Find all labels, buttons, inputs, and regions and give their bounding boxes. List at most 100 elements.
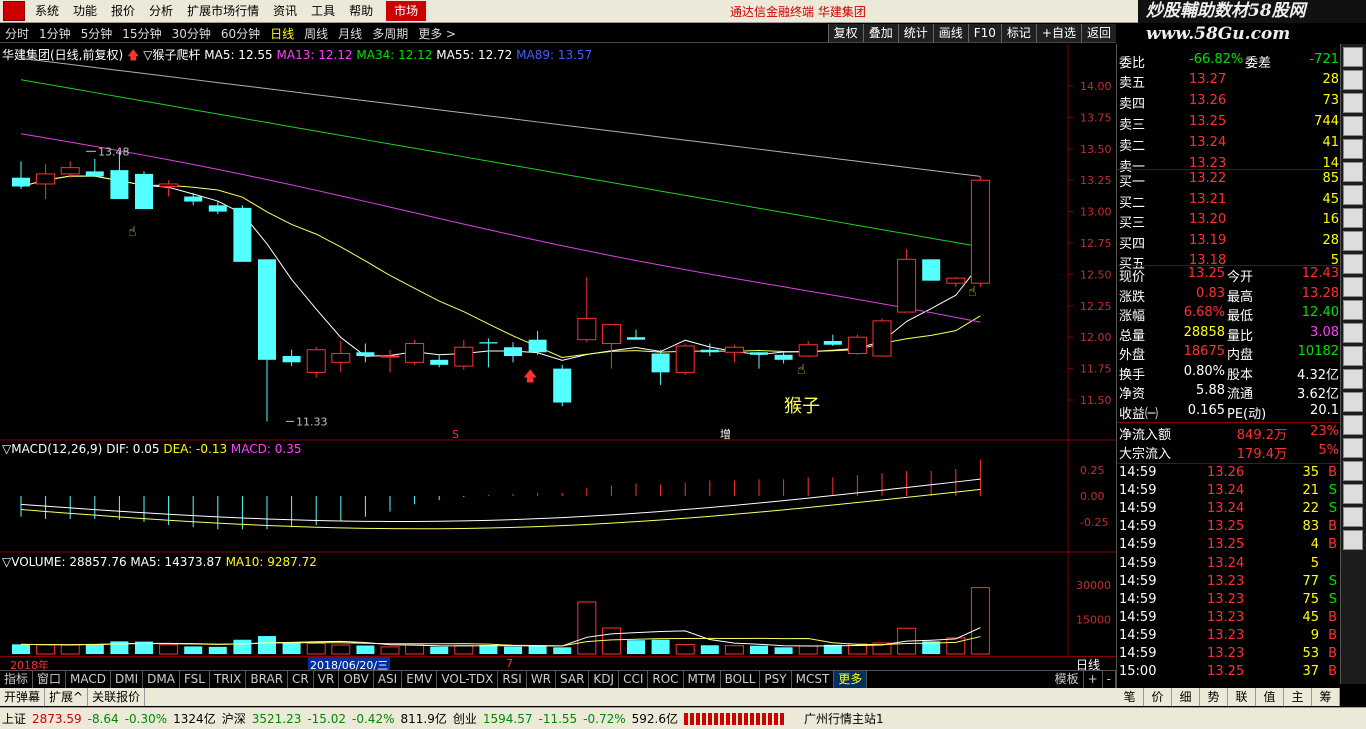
tool-icon-21[interactable] (1343, 530, 1363, 550)
tool-icon-5[interactable] (1343, 162, 1363, 182)
right-tab-4[interactable]: 联 (1228, 688, 1256, 706)
subbar-button-2[interactable]: 关联报价 (88, 688, 146, 706)
tool-icon-19[interactable] (1343, 484, 1363, 504)
candle[interactable] (306, 347, 326, 378)
tool-icon-6[interactable] (1343, 185, 1363, 205)
candle[interactable] (85, 158, 104, 177)
server-name[interactable]: 广州行情主站1 (804, 710, 884, 727)
indicator-tab-5[interactable]: FSL (180, 671, 210, 688)
right-tab-7[interactable]: 筹 (1312, 688, 1340, 706)
right-tab-2[interactable]: 细 (1172, 688, 1200, 706)
candle[interactable] (479, 338, 498, 368)
candle[interactable] (627, 329, 645, 340)
indicator-tab-10[interactable]: OBV (339, 671, 374, 688)
tool-icon-16[interactable] (1343, 415, 1363, 435)
period-tab-9[interactable]: 多周期 (367, 25, 413, 42)
indicator-tab-6[interactable]: TRIX (210, 671, 247, 688)
indicator-tab-19[interactable]: ROC (648, 671, 684, 688)
indicator-tab-17[interactable]: KDJ (589, 671, 620, 688)
period-tab-1[interactable]: 1分钟 (34, 25, 76, 42)
candle[interactable] (405, 339, 425, 365)
tool-icon-4[interactable] (1343, 139, 1363, 159)
candle[interactable] (258, 259, 276, 422)
indicator-tab-22[interactable]: PSY (760, 671, 792, 688)
right-tab-6[interactable]: 主 (1284, 688, 1312, 706)
period-tab-4[interactable]: 30分钟 (167, 25, 216, 42)
menu-item-3[interactable]: 分析 (142, 0, 180, 22)
indicator-tab-15[interactable]: WR (527, 671, 557, 688)
tool-icon-14[interactable] (1343, 369, 1363, 389)
candle[interactable] (675, 343, 695, 375)
toolbar-button-2[interactable]: 统计 (897, 24, 933, 42)
candle[interactable] (380, 349, 400, 373)
indicator-tab-21[interactable]: BOLL (721, 671, 761, 688)
indicator-tab-24[interactable]: 更多 (834, 671, 868, 688)
indicator-tab-14[interactable]: RSI (498, 671, 527, 688)
candle[interactable] (233, 205, 252, 262)
toolbar-button-4[interactable]: F10 (967, 24, 1001, 42)
indicator-tab-3[interactable]: DMI (111, 671, 144, 688)
tool-icon-18[interactable] (1343, 461, 1363, 481)
toolbar-button-1[interactable]: 叠加 (862, 24, 898, 42)
period-tab-0[interactable]: 分时 (0, 25, 34, 42)
indicator-tab-0[interactable]: 指标 (0, 671, 34, 688)
indicator-tab-8[interactable]: CR (288, 671, 314, 688)
tool-icon-7[interactable] (1343, 208, 1363, 228)
menu-item-4[interactable]: 扩展市场行情 (180, 0, 266, 22)
right-tab-1[interactable]: 价 (1144, 688, 1172, 706)
candle[interactable] (282, 349, 301, 367)
sell-price[interactable]: 13.26 (1189, 93, 1226, 108)
right-tab-3[interactable]: 势 (1200, 688, 1228, 706)
tool-icon-8[interactable] (1343, 231, 1363, 251)
tool-icon-9[interactable] (1343, 254, 1363, 274)
toolbar-button-7[interactable]: 返回 (1080, 24, 1116, 42)
candle[interactable] (946, 276, 966, 287)
subbar-button-1[interactable]: 扩展^ (45, 688, 89, 706)
tool-icon-12[interactable] (1343, 323, 1363, 343)
period-tab-8[interactable]: 月线 (333, 25, 367, 42)
candle[interactable] (528, 330, 547, 355)
tool-icon-10[interactable] (1343, 277, 1363, 297)
tool-icon-11[interactable] (1343, 300, 1363, 320)
indicator-tab-12[interactable]: EMV (402, 671, 438, 688)
right-tab-0[interactable]: 笔 (1116, 688, 1144, 706)
indicator-right-0[interactable]: 模板 (1051, 671, 1084, 688)
kline-chart[interactable]: 13.48 11.33 猴子 S 增 🡅 ☝ ☝ ☝ 14.00 13.75 13.50 13.25 1… (0, 44, 1116, 670)
period-tab-10[interactable]: 更多 > (413, 25, 461, 42)
buy-price[interactable]: 13.19 (1189, 233, 1226, 248)
candle[interactable] (110, 151, 129, 200)
subbar-button-0[interactable]: 开弹幕 (0, 688, 46, 706)
candle[interactable] (823, 334, 842, 346)
period-tab-5[interactable]: 60分钟 (216, 25, 265, 42)
menu-item-1[interactable]: 功能 (66, 0, 104, 22)
toolbar-button-6[interactable]: +自选 (1035, 24, 1081, 42)
buy-price[interactable]: 13.21 (1189, 192, 1226, 207)
period-tab-3[interactable]: 15分钟 (117, 25, 166, 42)
candle[interactable] (184, 192, 203, 206)
candle[interactable] (504, 342, 522, 363)
candle[interactable] (135, 171, 153, 210)
candle[interactable] (651, 349, 670, 385)
candle[interactable] (430, 354, 449, 368)
indicator-right-1[interactable]: + (1084, 671, 1103, 688)
period-tab-2[interactable]: 5分钟 (76, 25, 118, 42)
indicator-tab-2[interactable]: MACD (66, 671, 112, 688)
period-tab-7[interactable]: 周线 (299, 25, 333, 42)
menu-item-7[interactable]: 帮助 (342, 0, 380, 22)
candle[interactable] (577, 276, 597, 343)
buy-price[interactable]: 13.20 (1189, 212, 1226, 227)
sell-price[interactable]: 13.27 (1189, 72, 1226, 87)
tool-icon-17[interactable] (1343, 438, 1363, 458)
indicator-tab-11[interactable]: ASI (374, 671, 403, 688)
toolbar-button-3[interactable]: 画线 (932, 24, 968, 42)
candle[interactable] (750, 352, 768, 369)
indicator-tab-20[interactable]: MTM (684, 671, 721, 688)
candle[interactable] (356, 343, 375, 363)
buy-price[interactable]: 13.22 (1189, 171, 1226, 186)
period-tab-6[interactable]: 日线 (265, 25, 299, 42)
tool-icon-20[interactable] (1343, 507, 1363, 527)
candle[interactable] (159, 180, 179, 197)
tool-icon-2[interactable] (1343, 93, 1363, 113)
toolbar-button-5[interactable]: 标记 (1000, 24, 1036, 42)
candle[interactable] (922, 259, 941, 281)
